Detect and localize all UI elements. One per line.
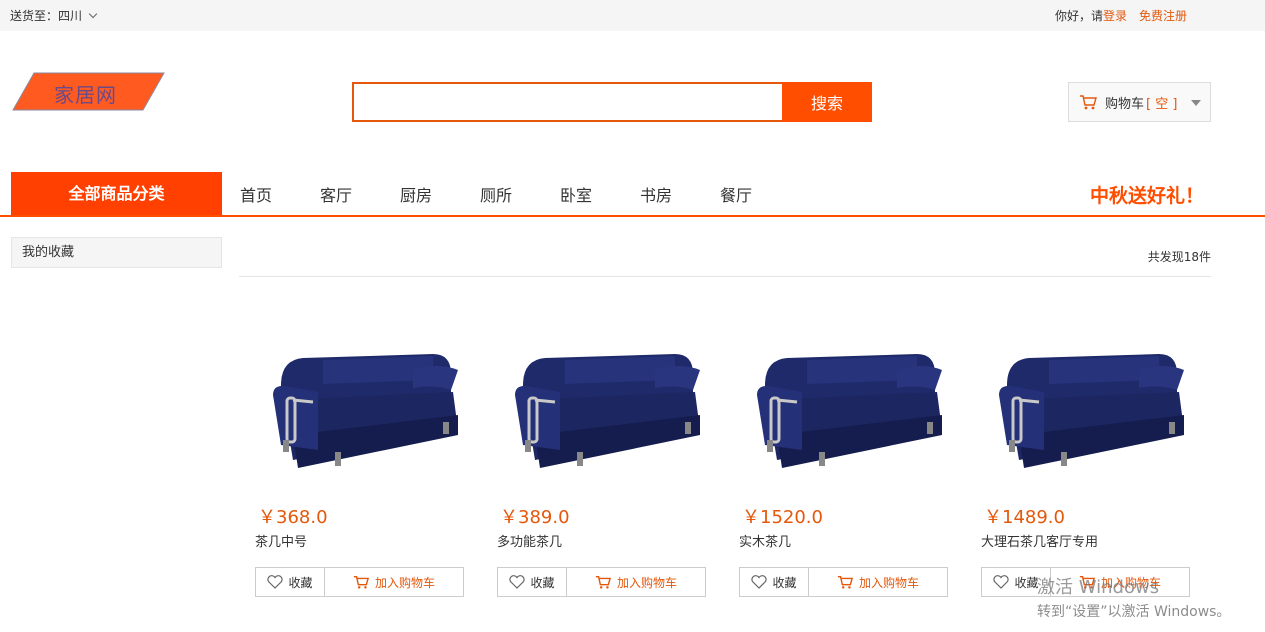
add-to-cart-button[interactable]: 加入购物车 (567, 568, 705, 596)
product-name[interactable]: 大理石茶几客厅专用 (981, 531, 1098, 550)
product-price: ￥389.0 (500, 507, 570, 528)
collect-label: 收藏 (1014, 575, 1039, 590)
product-image[interactable] (747, 340, 947, 490)
collect-label: 收藏 (288, 575, 313, 590)
add-to-cart-button[interactable]: 加入购物车 (809, 568, 947, 596)
product-image[interactable] (263, 340, 463, 490)
search-bar: 搜索 (352, 82, 872, 122)
login-link[interactable]: 登录 (1103, 7, 1127, 24)
cart-icon (1080, 95, 1097, 110)
all-categories-button[interactable]: 全部商品分类 (11, 172, 222, 215)
windows-activation-title: 激活 Windows (1037, 577, 1160, 598)
add-to-cart-label: 加入购物车 (374, 575, 435, 590)
top-bar: 送货至： 四川 你好，请 登录 免费注册 (0, 0, 1265, 31)
product-image[interactable] (505, 340, 705, 490)
product-price: ￥1489.0 (984, 507, 1065, 528)
windows-activation-hint: 转到“设置”以激活 Windows。 (1037, 604, 1231, 620)
nav-link-living-room[interactable]: 客厅 (320, 182, 400, 206)
product-card: ￥1520.0 实木茶几 收藏 加入购物车 (739, 330, 969, 600)
site-logo[interactable]: 家居网 (12, 72, 165, 111)
product-card: ￥1489.0 大理石茶几客厅专用 收藏 加入购物车 (981, 330, 1211, 600)
caret-down-icon (1191, 100, 1201, 106)
product-price: ￥368.0 (258, 507, 328, 528)
greeting-text: 你好，请 (1054, 9, 1103, 23)
cart-bracket-open: [ (1146, 96, 1152, 112)
logo-text: 家居网 (54, 83, 117, 107)
nav-link-study[interactable]: 书房 (640, 182, 720, 206)
product-price: ￥1520.0 (742, 507, 823, 528)
nav-link-dining[interactable]: 餐厅 (720, 182, 800, 206)
register-link[interactable]: 免费注册 (1139, 7, 1187, 24)
product-card: ￥389.0 多功能茶几 收藏 加入购物车 (497, 330, 727, 600)
add-to-cart-button[interactable]: 加入购物车 (325, 568, 463, 596)
add-to-cart-label: 加入购物车 (616, 575, 677, 590)
cart-status-wrap: [ 空 ] (1146, 93, 1177, 112)
cart-button[interactable]: 购物车 [ 空 ] (1068, 82, 1211, 122)
product-name[interactable]: 实木茶几 (739, 531, 791, 550)
chevron-down-icon (88, 9, 98, 19)
nav-link-bedroom[interactable]: 卧室 (560, 182, 640, 206)
collect-button[interactable]: 收藏 (498, 568, 567, 596)
cart-icon (595, 575, 611, 589)
nav-link-bathroom[interactable]: 厕所 (480, 182, 560, 206)
cart-icon (837, 575, 853, 589)
heart-icon (267, 575, 284, 589)
result-count: 共发现18件 (1147, 250, 1211, 264)
nav-link-kitchen[interactable]: 厨房 (400, 182, 480, 206)
heart-icon (509, 575, 526, 589)
collect-button[interactable]: 收藏 (740, 568, 809, 596)
product-card: ￥368.0 茶几中号 收藏 加入购物车 (255, 330, 485, 600)
product-actions: 收藏 加入购物车 (255, 567, 464, 597)
main-nav: 全部商品分类 首页 客厅 厨房 厕所 卧室 书房 餐厅 中秋送好礼！ (0, 172, 1265, 217)
heart-icon (751, 575, 768, 589)
cart-bracket-close: ] (1172, 96, 1178, 112)
product-name[interactable]: 茶几中号 (255, 531, 307, 550)
ship-to-selector[interactable]: 送货至： 四川 (10, 7, 98, 24)
add-to-cart-label: 加入购物车 (858, 575, 919, 590)
ship-to-label: 送货至： (10, 9, 59, 23)
nav-link-home[interactable]: 首页 (240, 182, 320, 206)
cart-status: 空 (1155, 96, 1169, 112)
promo-banner-text[interactable]: 中秋送好礼！ (1090, 181, 1204, 208)
product-image[interactable] (989, 340, 1189, 490)
collect-button[interactable]: 收藏 (256, 568, 325, 596)
search-button[interactable]: 搜索 (782, 82, 872, 122)
nav-links: 首页 客厅 厨房 厕所 卧室 书房 餐厅 (240, 182, 800, 206)
product-actions: 收藏 加入购物车 (497, 567, 706, 597)
user-links: 你好，请 登录 免费注册 (1055, 7, 1187, 24)
ship-to-region: 四川 (58, 9, 83, 23)
cart-label: 购物车 (1105, 96, 1145, 112)
cart-icon (353, 575, 369, 589)
search-input[interactable] (352, 82, 782, 122)
product-actions: 收藏 加入购物车 (739, 567, 948, 597)
sidebar-item-favorites[interactable]: 我的收藏 (11, 237, 222, 268)
heart-icon (993, 575, 1010, 589)
divider (239, 276, 1211, 277)
collect-label: 收藏 (772, 575, 797, 590)
collect-label: 收藏 (530, 575, 555, 590)
product-name[interactable]: 多功能茶几 (497, 531, 562, 550)
